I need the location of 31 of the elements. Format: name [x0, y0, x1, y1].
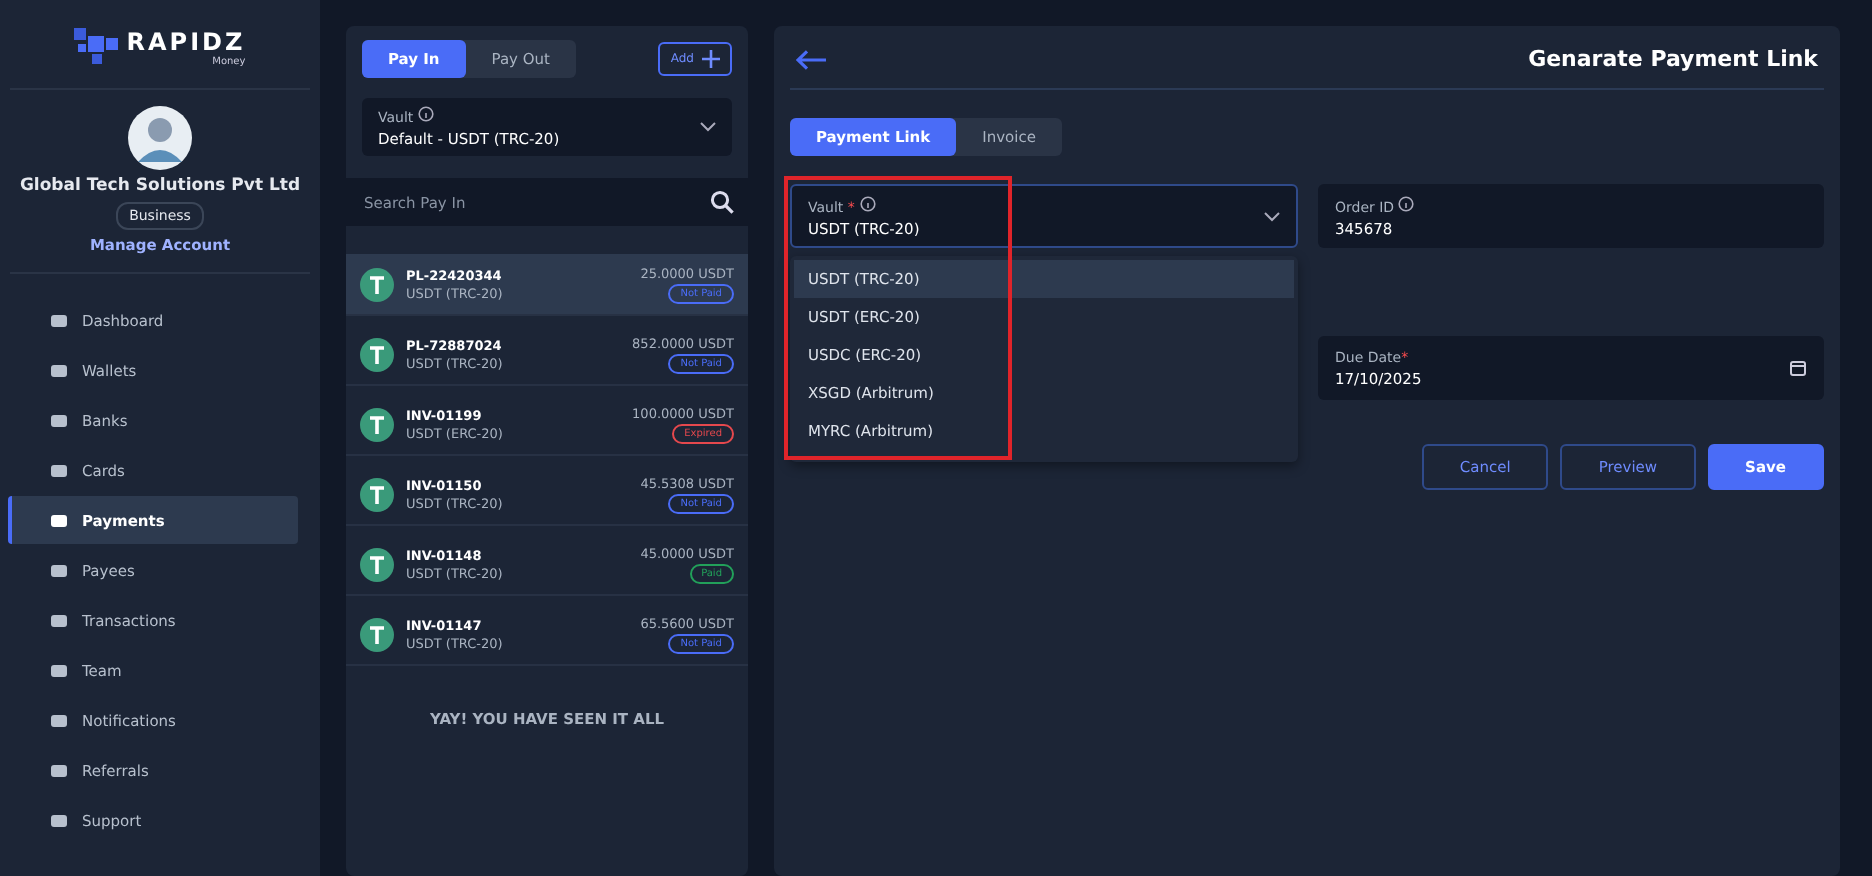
- menu-item-icon: [50, 611, 68, 629]
- chevron-down-icon: [1263, 211, 1279, 221]
- brand-name: RAPIDZ: [126, 28, 246, 56]
- form-title: Genarate Payment Link: [1528, 46, 1818, 72]
- menu-item-icon: [50, 411, 68, 429]
- menu-item-icon: [50, 311, 68, 329]
- chevron-down-icon: [700, 122, 716, 132]
- menu-item-icon: [50, 811, 68, 829]
- tether-coin-icon: [360, 407, 394, 441]
- menu-item-icon: [50, 661, 68, 679]
- tether-coin-icon: [360, 547, 394, 581]
- tether-coin-icon: [360, 477, 394, 511]
- info-icon: [417, 106, 434, 122]
- tether-coin-icon: [360, 617, 394, 651]
- info-icon: [1398, 195, 1415, 211]
- menu-item-icon: [50, 511, 68, 529]
- plus-icon: [702, 50, 720, 68]
- menu-item-icon: [50, 711, 68, 729]
- search-icon: [710, 190, 734, 214]
- tether-coin-icon: [360, 267, 394, 301]
- tether-coin-icon: [360, 337, 394, 371]
- calendar-icon: [1790, 360, 1806, 376]
- back-arrow-icon[interactable]: [796, 49, 828, 69]
- menu-item-icon: [50, 561, 68, 579]
- menu-item-icon: [50, 361, 68, 379]
- avatar-icon: [128, 106, 192, 170]
- logo-icon: [74, 28, 119, 68]
- menu-item-icon: [50, 461, 68, 479]
- menu-item-icon: [50, 761, 68, 779]
- info-icon: [859, 195, 876, 211]
- company-name: Global Tech Solutions Pvt Ltd: [19, 176, 301, 196]
